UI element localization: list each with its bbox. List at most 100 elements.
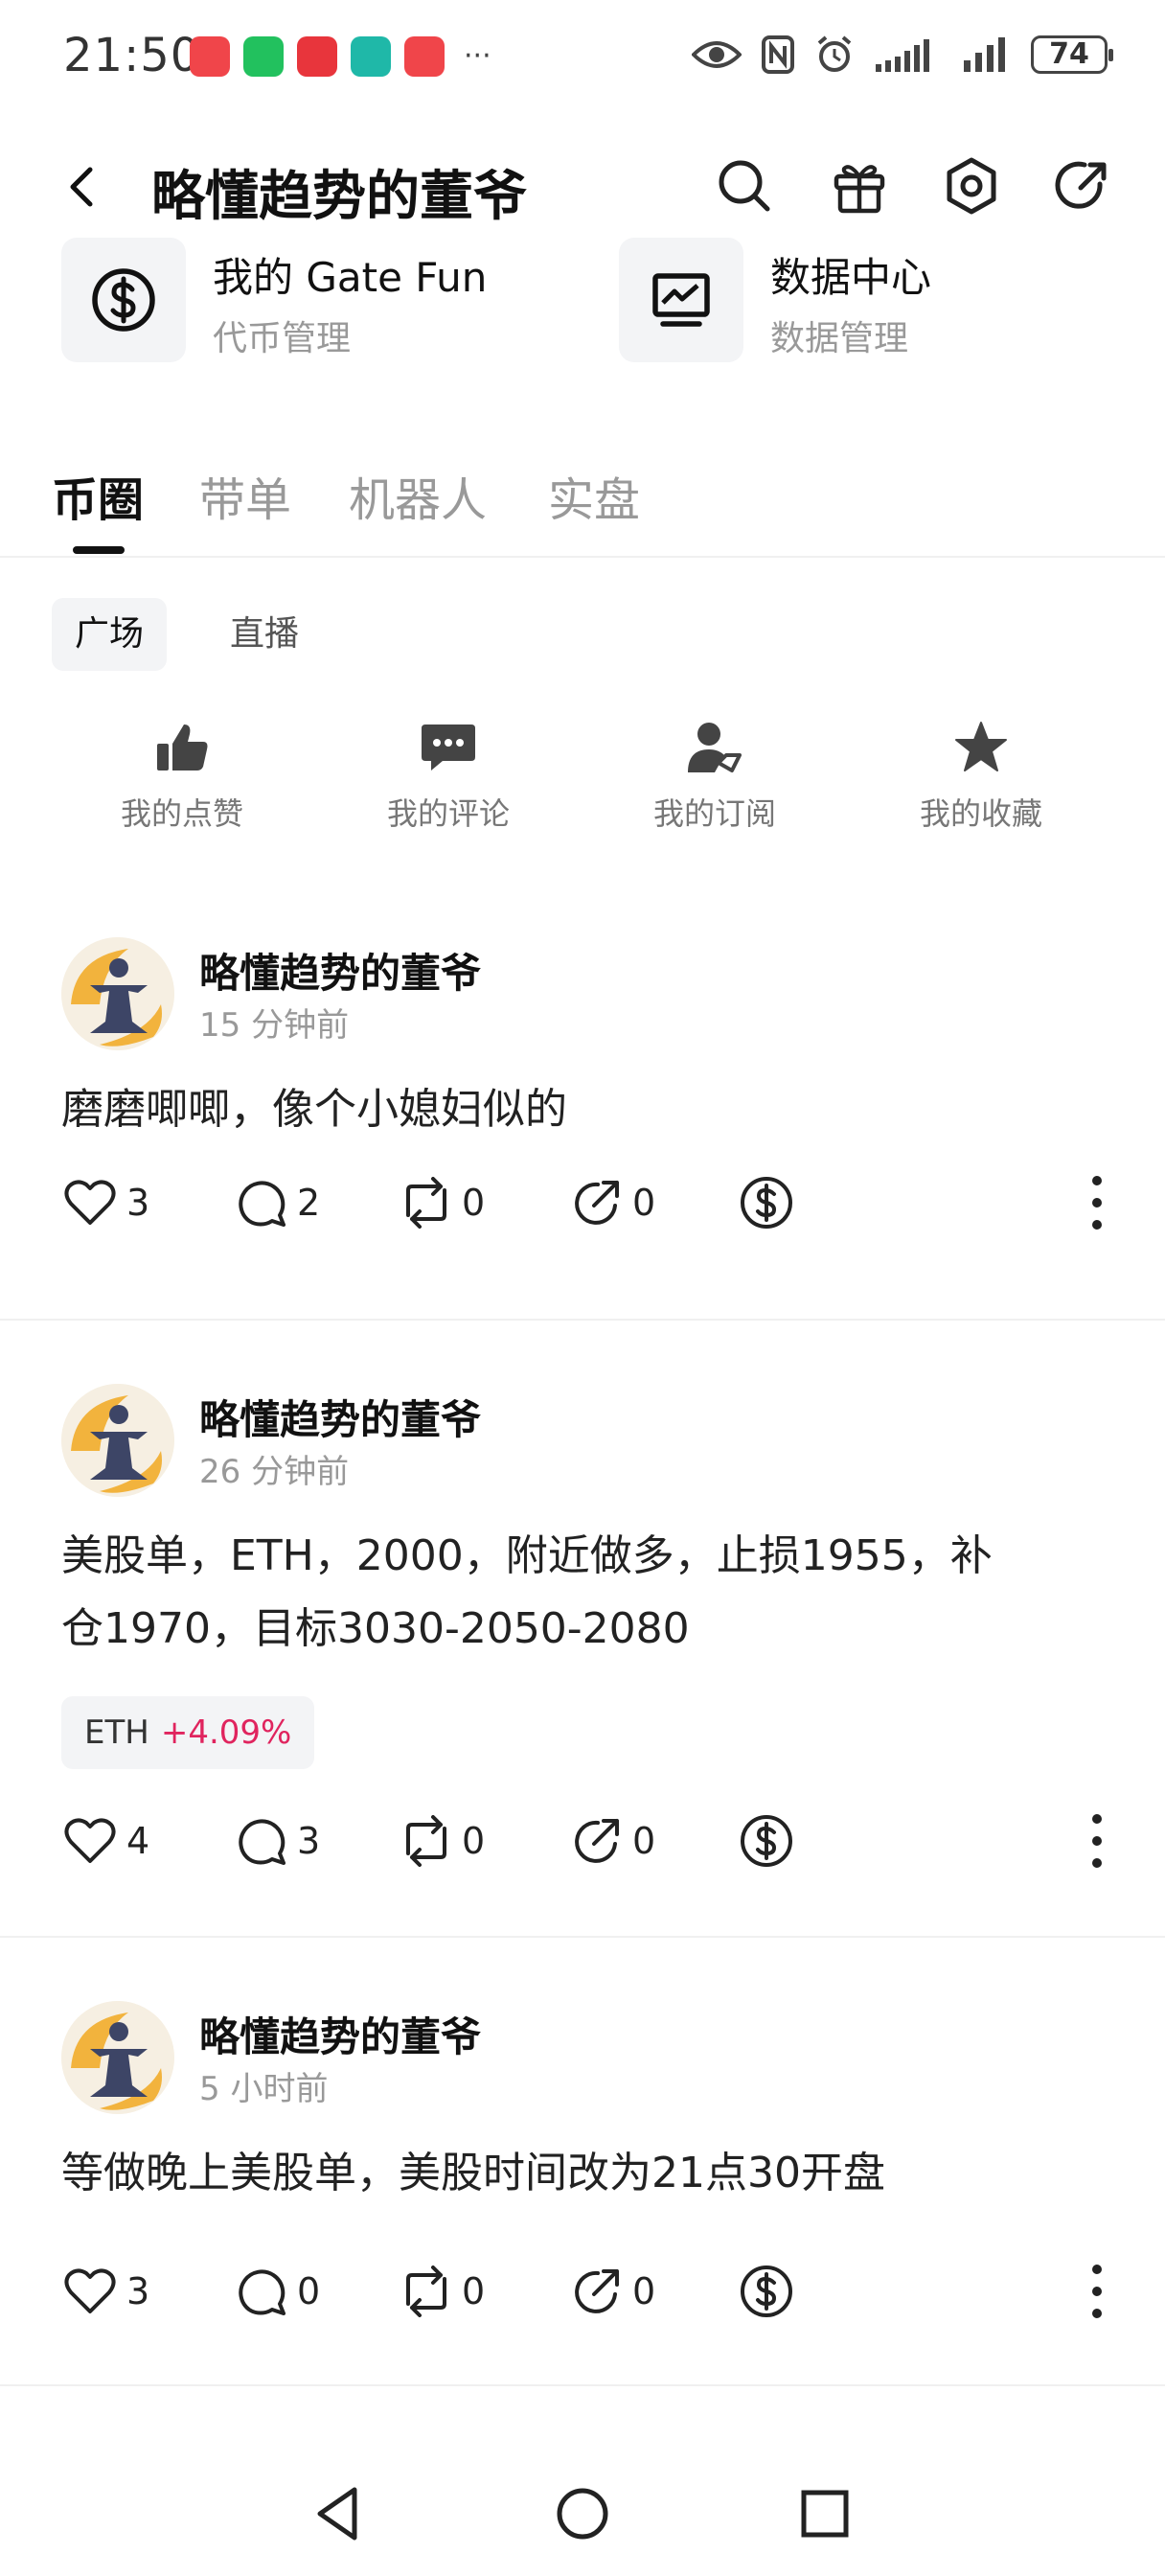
share-icon	[575, 1181, 619, 1225]
post-card[interactable]: 略懂趋势的董爷 5 小时前 等做晚上美股单，美股时间改为21点30开盘 3 0 …	[0, 2001, 1165, 2384]
feature-data-center-icon-box	[619, 238, 743, 362]
subtab-square[interactable]: 广场	[52, 598, 168, 671]
star-icon	[955, 722, 1007, 771]
avatar[interactable]	[61, 937, 174, 1050]
feature-gate-fun-icon-box	[61, 238, 186, 362]
feature-subtitle: 代币管理	[213, 319, 352, 358]
status-app-icons: ···	[190, 36, 491, 77]
post-divider	[0, 1936, 1165, 1938]
quick-my-comments[interactable]: 我的评论	[353, 721, 544, 834]
quick-action-label: 我的点赞	[120, 795, 243, 832]
dollar-tip-icon	[741, 2266, 792, 2317]
subtab-live[interactable]: 直播	[207, 598, 322, 671]
like-button[interactable]: 3	[63, 1169, 149, 1236]
post-time: 26 分钟前	[199, 1453, 350, 1491]
dollar-coin-icon	[92, 268, 155, 332]
post-card[interactable]: 略懂趋势的董爷 26 分钟前 美股单，ETH，2000，附近做多，止损1955，…	[0, 1384, 1165, 1920]
tab-coin-circle[interactable]: 币圈	[52, 462, 144, 529]
comment-button[interactable]: 2	[236, 1169, 320, 1236]
feature-gate-fun[interactable]: 我的 Gate Fun 代币管理	[61, 238, 579, 362]
eye-icon	[692, 41, 742, 68]
chart-monitor-icon	[652, 273, 710, 327]
main-tabs: 币圈 带单 机器人 实盘	[0, 441, 1165, 558]
post-time: 15 分钟前	[199, 1006, 350, 1045]
avatar-image	[61, 2001, 174, 2114]
share-button[interactable]: 0	[571, 2258, 655, 2325]
avatar[interactable]	[61, 1384, 174, 1497]
repost-button[interactable]: 0	[400, 1169, 485, 1236]
post-text-line: 美股单，ETH，2000，附近做多，止损1955，补	[61, 1531, 993, 1580]
page-title: 略懂趋势的董爷	[151, 166, 527, 228]
post-text: 美股单，ETH，2000，附近做多，止损1955，补 仓1970，目标3030-…	[61, 1520, 1106, 1666]
tab-bots[interactable]: 机器人	[349, 462, 487, 529]
dollar-tip-icon	[741, 1177, 792, 1229]
repost-icon	[406, 2266, 446, 2317]
quick-my-likes[interactable]: 我的点赞	[86, 721, 278, 834]
post-card[interactable]: 略懂趋势的董爷 15 分钟前 磨磨唧唧，像个小媳妇似的 3 2 0 0	[0, 937, 1165, 1316]
more-options-icon[interactable]	[1083, 1169, 1111, 1236]
share-icon[interactable]	[1052, 155, 1113, 217]
gift-icon[interactable]	[829, 155, 890, 217]
like-button[interactable]: 4	[63, 1807, 149, 1874]
wechat-icon	[243, 36, 284, 77]
status-bar: 21:50 ··· 74	[0, 0, 1165, 115]
comment-button[interactable]: 3	[236, 1807, 320, 1874]
post-actions: 3 0 0 0	[0, 2258, 1165, 2325]
post-author[interactable]: 略懂趋势的董爷	[199, 1388, 481, 1446]
share-button[interactable]: 0	[571, 1807, 655, 1874]
nav-back-icon[interactable]	[307, 2480, 374, 2547]
feature-title: 数据中心	[770, 254, 932, 301]
quick-action-label: 我的收藏	[919, 795, 1042, 832]
repost-button[interactable]: 0	[400, 1807, 485, 1874]
tab-live-account[interactable]: 实盘	[548, 462, 640, 529]
post-author[interactable]: 略懂趋势的董爷	[199, 2005, 481, 2063]
more-options-icon[interactable]	[1083, 2258, 1111, 2325]
quick-action-label: 我的订阅	[652, 795, 776, 832]
signal-strength-icon	[876, 39, 929, 72]
post-text-line: 等做晚上美股单，美股时间改为21点30开盘	[61, 2149, 885, 2197]
nav-home-icon[interactable]	[549, 2480, 616, 2547]
coin-change: +4.09%	[160, 1714, 292, 1752]
search-icon[interactable]	[714, 155, 775, 217]
share-button[interactable]: 0	[571, 1169, 655, 1236]
like-count: 3	[126, 2270, 150, 2312]
post-text: 等做晚上美股单，美股时间改为21点30开盘	[61, 2137, 1106, 2210]
back-arrow-icon[interactable]	[54, 158, 111, 216]
huawei-store-icon	[190, 36, 230, 77]
signal-strength-2-icon	[964, 37, 1005, 72]
feature-data-center[interactable]: 数据中心 数据管理	[619, 238, 1098, 362]
comment-count: 3	[297, 1820, 321, 1862]
post-text: 磨磨唧唧，像个小媳妇似的	[61, 1073, 1106, 1146]
tip-button[interactable]	[740, 2258, 793, 2325]
repost-count: 0	[462, 1820, 486, 1862]
share-count: 0	[632, 1820, 656, 1862]
nav-recents-icon[interactable]	[791, 2480, 858, 2547]
huawei-app-icon	[404, 36, 445, 77]
like-button[interactable]: 3	[63, 2258, 149, 2325]
avatar[interactable]	[61, 2001, 174, 2114]
post-divider	[0, 1319, 1165, 1321]
comment-icon	[239, 1181, 286, 1227]
post-actions: 3 2 0 0	[0, 1169, 1165, 1236]
comment-count: 0	[297, 2270, 321, 2312]
post-author[interactable]: 略懂趋势的董爷	[199, 941, 481, 1000]
coin-symbol: ETH	[84, 1714, 149, 1752]
post-divider	[0, 2384, 1165, 2386]
coin-tag[interactable]: ETH +4.09%	[61, 1696, 315, 1769]
quick-my-favorites[interactable]: 我的收藏	[885, 721, 1077, 834]
tip-button[interactable]	[740, 1169, 793, 1236]
comment-button[interactable]: 0	[236, 2258, 320, 2325]
comment-count: 2	[297, 1182, 321, 1224]
tip-button[interactable]	[740, 1807, 793, 1874]
more-options-icon[interactable]	[1083, 1807, 1111, 1874]
tab-copy-trading[interactable]: 带单	[199, 462, 291, 529]
health-app-icon	[351, 36, 391, 77]
avatar-image	[61, 1384, 174, 1497]
system-navigation-bar	[0, 2453, 1165, 2576]
repost-button[interactable]: 0	[400, 2258, 485, 2325]
avatar-image	[61, 937, 174, 1050]
thumbs-up-icon	[157, 724, 208, 770]
quick-my-subscriptions[interactable]: 我的订阅	[619, 721, 811, 834]
share-icon	[575, 1819, 619, 1863]
settings-icon[interactable]	[941, 155, 1002, 217]
